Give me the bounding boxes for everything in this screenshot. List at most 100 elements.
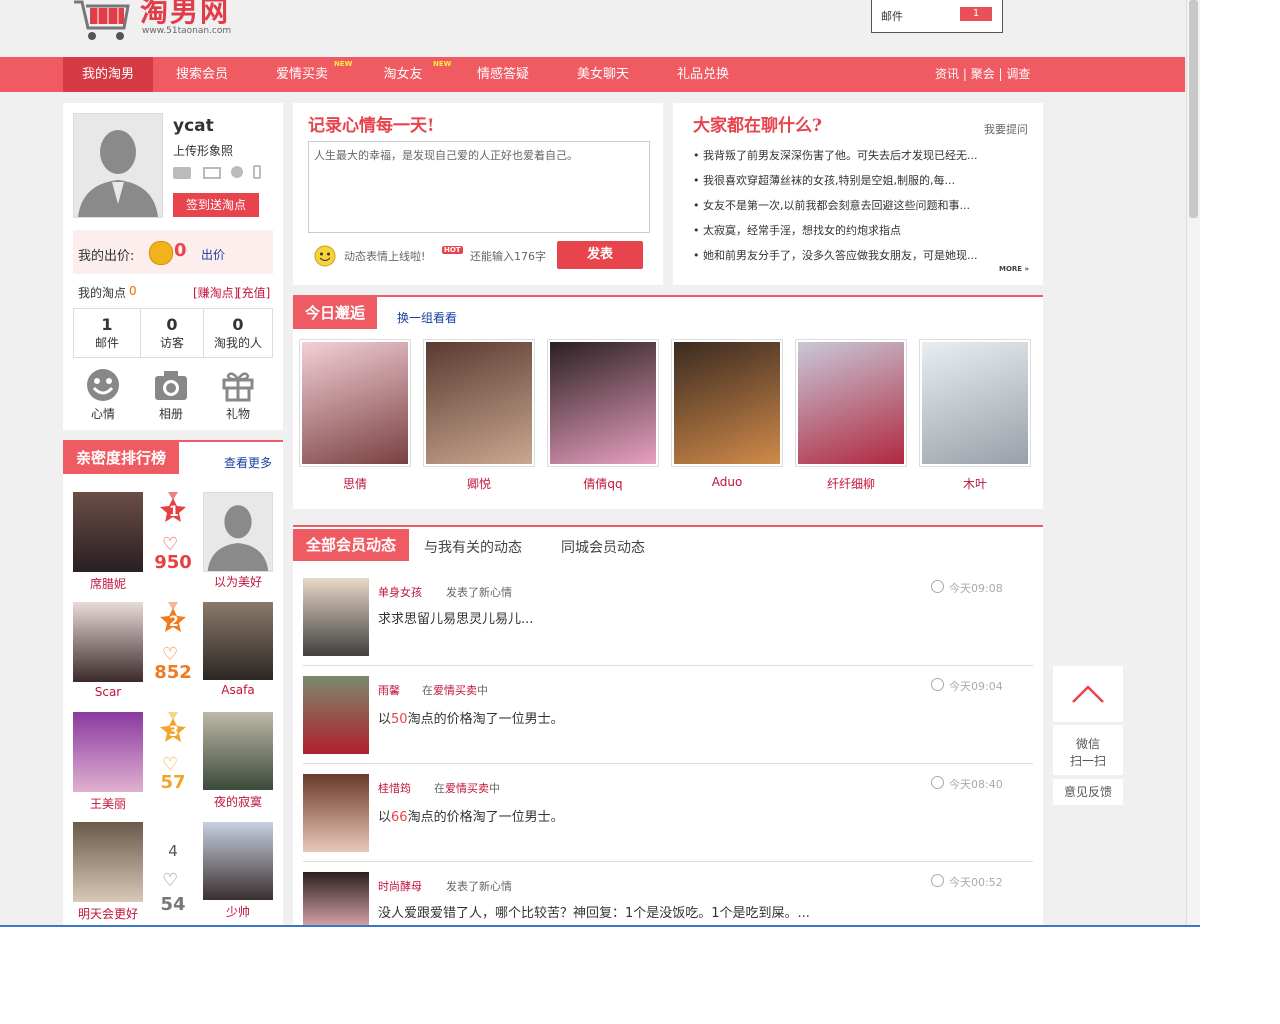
nav-survey[interactable]: 调查 xyxy=(1006,67,1030,81)
rank-medal-icon: 3 xyxy=(158,712,188,752)
logo[interactable]: 淘男网 www.51taonan.com xyxy=(70,0,250,45)
nav-news[interactable]: 资讯 xyxy=(935,67,959,81)
upload-photo-link[interactable]: 上传形象照 xyxy=(173,142,233,159)
ranking-left-name[interactable]: 席腊妮 xyxy=(73,575,143,592)
mood-textarea[interactable]: 人生最大的幸福，是发现自己爱的人正好也爱着自己。 xyxy=(308,141,650,233)
ranking-more-link[interactable]: 查看更多 xyxy=(224,454,272,471)
topic-item[interactable]: • 我很喜欢穿超薄丝袜的女孩,特别是空姐,制服的,每... xyxy=(693,172,1033,197)
phone-icon[interactable] xyxy=(253,165,261,179)
love-trade-link[interactable]: 爱情买卖 xyxy=(433,684,477,697)
refresh-link[interactable]: 换一组看看 xyxy=(397,309,457,326)
badge-icon[interactable] xyxy=(231,166,243,178)
topic-item[interactable]: • 我背叛了前男友深深伤害了他。可失去后才发现已经无... xyxy=(693,147,1033,172)
nav-girlfriend[interactable]: 淘女友 NEW xyxy=(363,57,451,92)
member-name[interactable]: Aduo xyxy=(671,475,783,489)
tab-all-members[interactable]: 全部会员动态 xyxy=(293,529,409,561)
more-label: MORE xyxy=(999,265,1023,273)
bid-button[interactable]: 出价 xyxy=(201,246,225,263)
member-name[interactable]: 纤纤细柳 xyxy=(795,475,907,492)
member-photo[interactable] xyxy=(423,339,535,467)
member-photo[interactable] xyxy=(919,339,1031,467)
mail-verify-icon[interactable] xyxy=(203,167,221,179)
earn-points-link[interactable]: [赚淘点] xyxy=(193,284,238,301)
nav-party[interactable]: 聚会 xyxy=(971,67,995,81)
scrollbar-thumb[interactable] xyxy=(1189,0,1198,218)
gift-icon xyxy=(222,372,254,402)
tab-same-city[interactable]: 同城会员动态 xyxy=(561,537,645,557)
nav-gift-exchange[interactable]: 礼品兑换 xyxy=(663,57,743,92)
ranking-right-name[interactable]: 夜的寂寞 xyxy=(203,793,273,810)
avatar[interactable] xyxy=(203,492,273,572)
member-name[interactable]: 木叶 xyxy=(919,475,1031,492)
feed-item: 雨馨 在爱情买卖中 今天09:04 以50淘点的价格淘了一位男士。 xyxy=(303,673,1033,764)
stat-visitors[interactable]: 0 访客 xyxy=(141,309,204,357)
back-to-top-button[interactable] xyxy=(1053,666,1123,722)
tab-related-to-me[interactable]: 与我有关的动态 xyxy=(424,537,522,557)
feed-action: 发表了新心情 xyxy=(446,586,512,599)
ranking-right-name[interactable]: Asafa xyxy=(203,683,273,697)
feed-user-name[interactable]: 雨馨 xyxy=(378,682,400,698)
member-name[interactable]: 思倩 xyxy=(299,475,411,492)
avatar[interactable] xyxy=(73,492,143,572)
nav-emotion-qa[interactable]: 情感答疑 xyxy=(463,57,543,92)
nav-my-taonan[interactable]: 我的淘男 xyxy=(63,57,153,92)
avatar[interactable] xyxy=(203,602,273,680)
more-link[interactable]: MORE » xyxy=(999,265,1029,273)
avatar[interactable] xyxy=(73,113,163,218)
member-photo[interactable] xyxy=(547,339,659,467)
feedback-button[interactable]: 意见反馈 xyxy=(1053,779,1123,805)
nav-love-trade[interactable]: 爱情买卖 NEW xyxy=(262,57,352,92)
avatar[interactable] xyxy=(203,712,273,790)
emoji-icon[interactable] xyxy=(314,245,336,267)
stat-liked-me[interactable]: 0 淘我的人 xyxy=(204,309,272,357)
action-album[interactable]: 相册 xyxy=(151,368,191,422)
browser-viewport: 淘男网 www.51taonan.com 邮件 1 我的淘男 搜索会员 爱情买卖… xyxy=(0,0,1200,927)
action-mood[interactable]: 心情 xyxy=(83,368,123,422)
avatar[interactable] xyxy=(73,602,143,682)
avatar[interactable] xyxy=(203,822,273,900)
avatar[interactable] xyxy=(303,578,369,656)
ranking-left-name[interactable]: 明天会更好 xyxy=(73,905,143,922)
member-name[interactable]: 卿悦 xyxy=(423,475,535,492)
member-name[interactable]: 倩倩qq xyxy=(547,475,659,492)
ranking-right-name[interactable]: 以为美好 xyxy=(203,573,273,590)
love-trade-link[interactable]: 爱情买卖 xyxy=(445,782,489,795)
feed-user-name[interactable]: 桂惜筠 xyxy=(378,780,411,796)
ranking-right-name[interactable]: 少帅 xyxy=(203,903,273,920)
avatar[interactable] xyxy=(303,872,369,925)
feed-user-name[interactable]: 单身女孩 xyxy=(378,584,422,600)
recharge-link[interactable]: [充值] xyxy=(237,284,270,301)
nav-chat[interactable]: 美女聊天 xyxy=(563,57,643,92)
ranking-score: 950 xyxy=(154,552,192,573)
avatar[interactable] xyxy=(303,774,369,852)
topic-item[interactable]: • 她和前男友分手了，没多久答应做我女朋友，可是她现... xyxy=(693,247,1033,272)
vertical-scrollbar[interactable] xyxy=(1186,0,1200,925)
sign-in-button[interactable]: 签到送淘点 xyxy=(173,193,259,217)
action-gift[interactable]: 礼物 xyxy=(218,368,258,422)
topic-item[interactable]: • 太寂寞，经常手淫，想找女的约炮求指点 xyxy=(693,222,1033,247)
clock-icon xyxy=(931,580,944,593)
stat-mail[interactable]: 1 邮件 xyxy=(74,309,141,357)
id-card-icon[interactable] xyxy=(173,167,191,179)
publish-button[interactable]: 发表 xyxy=(557,241,643,269)
rank-medal-icon: 1 xyxy=(158,492,188,532)
ask-question-link[interactable]: 我要提问 xyxy=(984,121,1028,137)
mail-notice[interactable]: 邮件 1 xyxy=(871,0,1003,33)
feed-user-name[interactable]: 时尚酵母 xyxy=(378,878,422,894)
ranking-left-name[interactable]: Scar xyxy=(73,685,143,699)
member-photo[interactable] xyxy=(795,339,907,467)
feed-action-pre: 在 xyxy=(422,684,433,697)
feed-action: 在爱情买卖中 xyxy=(434,780,500,796)
avatar[interactable] xyxy=(73,822,143,902)
ranking-left-name[interactable]: 王美丽 xyxy=(73,795,143,812)
avatar[interactable] xyxy=(73,712,143,792)
member-photo[interactable] xyxy=(299,339,411,467)
stats-box: 1 邮件 0 访客 0 淘我的人 xyxy=(73,308,273,358)
nav-search-members[interactable]: 搜索会员 xyxy=(162,57,242,92)
topic-item[interactable]: • 女友不是第一次,以前我都会刻意去回避这些问题和事... xyxy=(693,197,1033,222)
member-photo[interactable] xyxy=(671,339,783,467)
wechat-scan-button[interactable]: 微信 扫一扫 xyxy=(1053,725,1123,775)
feed-time: 今天09:08 xyxy=(949,582,1003,595)
feed-action-pre: 在 xyxy=(434,782,445,795)
avatar[interactable] xyxy=(303,676,369,754)
